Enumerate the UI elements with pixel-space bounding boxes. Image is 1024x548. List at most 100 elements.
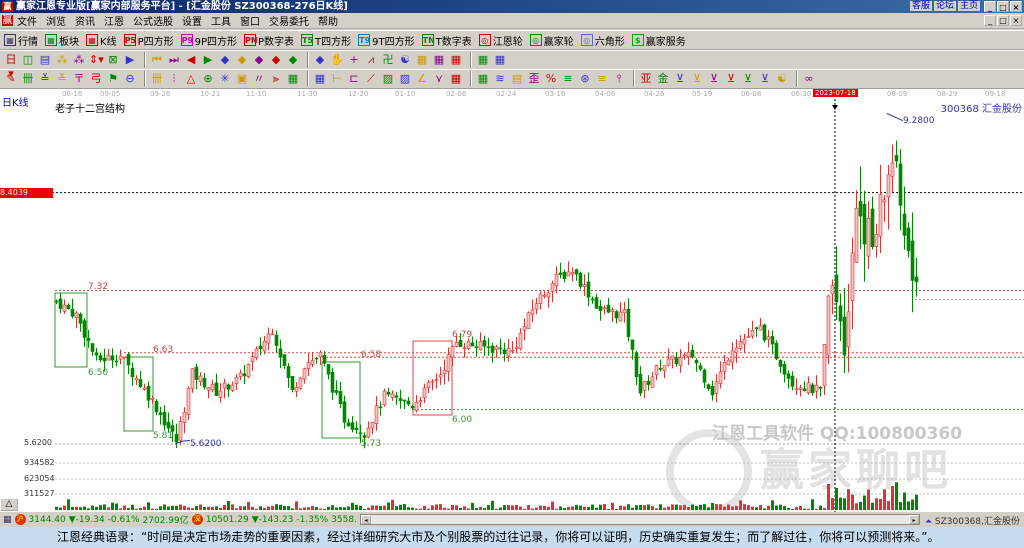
tool-icon[interactable]: ◆ bbox=[269, 53, 283, 67]
tool-icon[interactable]: ⊻ bbox=[673, 72, 687, 86]
tool-icon[interactable]: ≡ bbox=[595, 72, 609, 86]
toolbar-button[interactable]: TN T数字表 bbox=[421, 33, 472, 48]
tool-icon[interactable]: ⁂ bbox=[55, 53, 69, 67]
tool-icon[interactable]: ⇕▾ bbox=[89, 53, 104, 67]
tool-icon[interactable]: ⊻ bbox=[690, 72, 704, 86]
tool-icon[interactable]: ☯ bbox=[775, 72, 789, 86]
tool-icon[interactable]: ▶ bbox=[123, 53, 137, 67]
tool-icon[interactable]: 〃 bbox=[252, 72, 266, 86]
maximize-button[interactable]: □ bbox=[997, 1, 1009, 12]
child-restore-button[interactable]: □ bbox=[997, 15, 1009, 26]
tool-icon[interactable]: ◆ bbox=[286, 53, 300, 67]
tool-icon[interactable]: ∞ bbox=[802, 72, 816, 86]
tool-icon[interactable]: 卌 bbox=[21, 72, 35, 86]
tool-icon[interactable]: 卍 bbox=[381, 53, 395, 67]
tool-icon[interactable]: ▦ bbox=[476, 72, 490, 86]
scroll-right-button[interactable]: ▸ bbox=[909, 515, 919, 524]
tool-icon[interactable]: ◆ bbox=[252, 53, 266, 67]
tool-icon[interactable]: ✳ bbox=[218, 72, 232, 86]
toolbar-button[interactable]: T9 9T四方形 bbox=[358, 33, 415, 48]
tool-icon[interactable]: ▦ bbox=[476, 53, 490, 67]
toolbar-button[interactable]: P5 P四方形 bbox=[123, 33, 174, 48]
tool-icon[interactable]: ◆ bbox=[218, 53, 232, 67]
tool-icon[interactable]: ✋ bbox=[330, 53, 344, 67]
tool-icon[interactable]: ⟋ bbox=[364, 72, 378, 86]
collapse-button[interactable]: △ bbox=[0, 498, 18, 511]
toolbar-button[interactable]: ▦ 板块 bbox=[45, 33, 79, 48]
tool-icon[interactable]: ⫶ bbox=[167, 72, 181, 86]
tool-icon[interactable]: ▣ bbox=[235, 72, 249, 86]
app-menu-icon[interactable]: 赢 bbox=[2, 15, 13, 26]
tool-icon[interactable]: ▦ bbox=[493, 53, 507, 67]
toolbar-button[interactable]: T5 T四方形 bbox=[301, 33, 351, 48]
tool-icon[interactable]: ▶ bbox=[201, 53, 215, 67]
tool-icon[interactable]: ⊻ bbox=[758, 72, 772, 86]
tool-icon[interactable]: ⊻ bbox=[741, 72, 755, 86]
calculator-icon[interactable]: ▦ bbox=[3, 515, 12, 525]
home-link[interactable]: 主页 bbox=[957, 1, 980, 11]
tool-icon[interactable]: ⚑ bbox=[106, 72, 120, 86]
tool-icon[interactable]: ▨ bbox=[381, 72, 395, 86]
tool-icon[interactable]: 亚 bbox=[639, 72, 653, 86]
tool-icon[interactable]: ⊛ bbox=[578, 72, 592, 86]
tool-icon[interactable]: 金 bbox=[656, 72, 670, 86]
tool-icon[interactable]: ⏮ bbox=[150, 53, 164, 67]
tool-icon[interactable]: ◀ bbox=[184, 53, 198, 67]
tool-icon[interactable]: ⊻ bbox=[724, 72, 738, 86]
menu-item[interactable]: 公式选股 bbox=[133, 13, 173, 28]
tool-icon[interactable]: ▦ bbox=[313, 72, 327, 86]
toolbar-button[interactable]: ▦ 行情 bbox=[4, 33, 38, 48]
tool-icon[interactable]: △ bbox=[184, 72, 198, 86]
tool-icon[interactable]: ◆ bbox=[313, 53, 327, 67]
menu-item[interactable]: 文件 bbox=[17, 13, 37, 28]
toolbar-button[interactable]: ◎ 赢家轮 bbox=[529, 33, 574, 48]
service-link[interactable]: 客服 bbox=[909, 1, 932, 11]
tool-icon[interactable]: ⊢ bbox=[330, 72, 344, 86]
close-button[interactable]: × bbox=[1010, 1, 1022, 12]
toolbar-button[interactable]: ◎ 六角形 bbox=[580, 33, 625, 48]
toolbar-button[interactable]: PN P数字表 bbox=[244, 33, 294, 48]
horizontal-scrollbar[interactable]: ◂ ▸ bbox=[360, 514, 920, 525]
menu-item[interactable]: 交易委托 bbox=[269, 13, 309, 28]
tool-icon[interactable]: ▨ bbox=[398, 72, 412, 86]
tool-icon[interactable]: ▤ bbox=[510, 72, 524, 86]
tool-icon[interactable]: % bbox=[544, 72, 558, 86]
menu-item[interactable]: 设置 bbox=[182, 13, 202, 28]
forum-link[interactable]: 论坛 bbox=[933, 1, 956, 11]
tool-icon[interactable]: ⩘ bbox=[364, 53, 378, 67]
tool-icon[interactable]: 〒 bbox=[72, 72, 86, 86]
tool-icon[interactable]: ⁂ bbox=[72, 53, 86, 67]
tool-icon[interactable]: 卌 bbox=[150, 72, 164, 86]
tool-icon[interactable]: ◆ bbox=[235, 53, 249, 67]
toolbar-button[interactable]: P9 9P四方形 bbox=[180, 33, 237, 48]
tool-icon[interactable]: 弓 bbox=[89, 72, 103, 86]
menu-item[interactable]: 帮助 bbox=[318, 13, 338, 28]
tool-icon[interactable]: ≚ bbox=[38, 72, 52, 86]
tool-icon[interactable]: ▦ bbox=[286, 72, 300, 86]
tool-icon[interactable]: ☯ bbox=[398, 53, 412, 67]
child-minimize-button[interactable]: _ bbox=[984, 15, 996, 26]
tool-icon[interactable]: ⏭ bbox=[167, 53, 181, 67]
tool-icon[interactable]: ≡ bbox=[561, 72, 575, 86]
tool-icon[interactable]: + bbox=[347, 53, 361, 67]
toolbar-button[interactable]: ▦ K线 bbox=[86, 33, 117, 48]
tool-icon[interactable]: 歪 bbox=[527, 72, 541, 86]
tool-icon[interactable]: ⊖ bbox=[123, 72, 137, 86]
tool-icon[interactable]: ∠ bbox=[415, 72, 429, 86]
tool-icon[interactable]: ▦ bbox=[415, 53, 429, 67]
child-close-button[interactable]: × bbox=[1010, 15, 1022, 26]
tool-icon[interactable]: ⊏ bbox=[347, 72, 361, 86]
tool-icon[interactable]: ◫ bbox=[21, 53, 35, 67]
tool-icon[interactable]: ≚ bbox=[55, 72, 69, 86]
menu-item[interactable]: 窗口 bbox=[240, 13, 260, 28]
tool-icon[interactable]: ⊕ bbox=[201, 72, 215, 86]
tool-icon[interactable]: ⋎ bbox=[432, 72, 446, 86]
menu-item[interactable]: 工具 bbox=[211, 13, 231, 28]
menu-item[interactable]: 浏览 bbox=[46, 13, 66, 28]
tool-icon[interactable]: ⊠ bbox=[106, 53, 120, 67]
scroll-left-button[interactable]: ◂ bbox=[361, 515, 371, 524]
tool-icon[interactable]: ▤ bbox=[38, 53, 52, 67]
menu-item[interactable]: 资讯 bbox=[75, 13, 95, 28]
menu-item[interactable]: 江恩 bbox=[104, 13, 124, 28]
tool-icon[interactable]: ⫸ bbox=[269, 72, 283, 86]
